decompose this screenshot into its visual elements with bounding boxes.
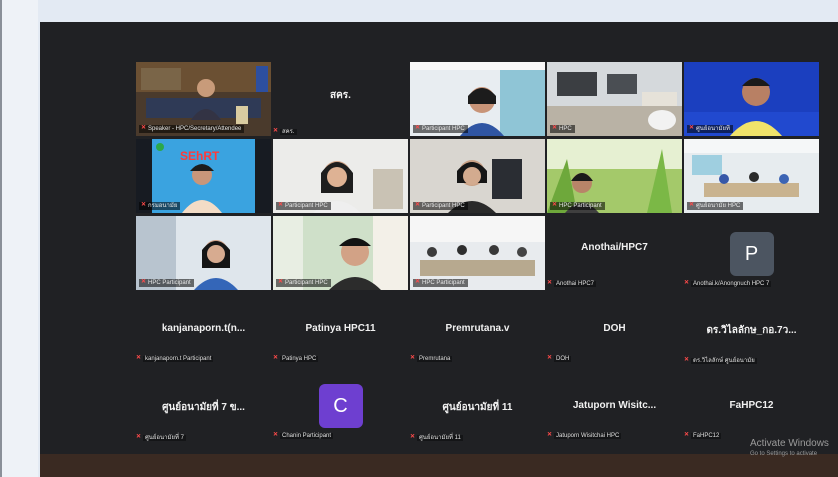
mic-muted-icon: ✕ xyxy=(689,125,695,132)
mic-muted-icon: ✕ xyxy=(273,355,279,361)
mic-muted-icon: ✕ xyxy=(547,355,553,361)
video-tile-speaker[interactable]: ✕ Speaker - HPC/Secretary/Attendee xyxy=(136,62,271,136)
participant-name-tag: ✕ Jatuporn Wisitchai HPC xyxy=(547,432,622,439)
mic-muted-icon: ✕ xyxy=(684,357,690,364)
participant-name-tag: ✕ กรมอนามัย xyxy=(139,202,181,210)
participant-tile-text[interactable]: Premrutana.v ✕ Premrutana xyxy=(410,293,545,367)
participant-tile-text[interactable]: ศูนย์อนามัยที่ 7 ข... ✕ ศูนย์อนามัยที่ 7 xyxy=(136,370,271,444)
participant-tile-text[interactable]: kanjanaporn.t(n... ✕ kanjanaporn.t Partic… xyxy=(136,293,271,367)
participant-name-tag: ✕ HPC Participant xyxy=(139,279,194,287)
mic-muted-icon: ✕ xyxy=(410,355,416,361)
participant-name-tag: ✕ HPC Participant xyxy=(550,202,605,210)
participant-tile-text[interactable]: Patinya HPC11 ✕ Patinya HPC xyxy=(273,293,408,367)
participant-display-name: ดร.วิไลลักษ_กอ.7ว... xyxy=(706,325,797,336)
video-tile[interactable]: ✕ HPC Participant xyxy=(410,216,545,290)
participant-display-name: Anothai/HPC7 xyxy=(581,242,648,253)
participant-name-tag: ✕ HPC xyxy=(550,125,575,133)
video-tile[interactable]: ✕ HPC xyxy=(547,62,682,136)
participant-display-name: DOH xyxy=(603,323,626,334)
participant-display-name: Patinya HPC11 xyxy=(305,323,376,334)
participant-display-name: ศูนย์อนามัยที่ 11 xyxy=(442,402,513,413)
mic-muted-icon: ✕ xyxy=(141,125,147,132)
mic-muted-icon: ✕ xyxy=(684,432,690,438)
participant-display-name: Premrutana.v xyxy=(445,323,510,334)
participant-tile-text[interactable]: DOH ✕ DOH xyxy=(547,293,682,367)
participant-name-tag: ✕ Patinya HPC xyxy=(273,355,319,362)
mic-muted-icon: ✕ xyxy=(136,434,142,441)
participant-tile-text[interactable]: Jatuporn Wisitc... ✕ Jatuporn Wisitchai H… xyxy=(547,370,682,444)
video-conference-gallery: ✕ Speaker - HPC/Secretary/Attendee สคร. ✕… xyxy=(40,22,838,477)
video-tile[interactable]: ✕ Participant HPC xyxy=(273,139,408,213)
mic-muted-icon: ✕ xyxy=(415,125,421,132)
participant-name-tag: ✕ HPC Participant xyxy=(413,279,468,287)
participant-display-name: สคร. xyxy=(330,90,351,101)
mic-muted-icon: ✕ xyxy=(278,202,284,209)
participant-name-tag: ✕ Anothai.k/Anongnuch HPC 7 xyxy=(684,280,772,287)
mic-muted-icon: ✕ xyxy=(273,432,279,438)
video-tile[interactable]: ✕ HPC Participant xyxy=(547,139,682,213)
participant-name-tag: ✕ Participant HPC xyxy=(413,202,468,210)
watermark-title: Activate Windows xyxy=(750,438,829,449)
mic-muted-icon: ✕ xyxy=(552,125,558,132)
participant-tile-text[interactable]: ศูนย์อนามัยที่ 11 ✕ ศูนย์อนามัยที่ 11 xyxy=(410,370,545,444)
participant-tile-text[interactable]: Anothai/HPC7 ✕ Anothai HPC7 xyxy=(547,216,682,290)
left-margin-strip xyxy=(2,0,38,477)
mic-muted-icon: ✕ xyxy=(415,202,421,209)
mic-muted-icon: ✕ xyxy=(547,432,553,438)
participant-display-name: ศูนย์อนามัยที่ 7 ข... xyxy=(162,402,245,413)
watermark-subtitle: Go to Settings to activate xyxy=(750,451,818,457)
participant-name-tag: ✕ Participant HPC xyxy=(276,202,331,210)
slide-text: SEhRT xyxy=(180,149,220,163)
video-tile[interactable]: ✕ Participant HPC xyxy=(273,216,408,290)
participant-tile-avatar[interactable]: C ✕ Chanin Participant xyxy=(273,370,408,444)
mic-muted-icon: ✕ xyxy=(415,279,421,286)
participant-avatar: P xyxy=(729,232,774,276)
mic-muted-icon: ✕ xyxy=(689,202,695,209)
participant-avatar: C xyxy=(318,384,363,428)
mic-muted-icon: ✕ xyxy=(552,202,558,209)
participant-name-tag: ✕ ศูนย์อนามัย HPC xyxy=(687,202,744,210)
video-tile[interactable]: ✕ HPC Participant xyxy=(136,216,271,290)
activation-watermark: Activate Windows Go to Settings to activ… xyxy=(750,438,829,458)
participant-name-tag: ✕ ศูนย์อนามัยที่ xyxy=(687,125,733,133)
video-tile[interactable]: ✕ Participant HPC xyxy=(410,139,545,213)
participant-tile-text[interactable]: ดร.วิไลลักษ_กอ.7ว... ✕ ดร.วิไลลักษ์ ศูนย์… xyxy=(684,293,819,367)
video-tile[interactable]: ✕ ศูนย์อนามัยที่ xyxy=(684,62,819,136)
participant-name-tag: ✕ Participant HPC xyxy=(276,279,331,287)
participant-display-name: Jatuporn Wisitc... xyxy=(572,400,657,411)
participant-name-tag: ✕ ดร.วิไลลักษ์ ศูนย์อนามัย xyxy=(684,357,757,364)
mic-muted-icon: ✕ xyxy=(684,280,690,286)
participant-name-tag: ✕ ศูนย์อนามัยที่ 11 xyxy=(410,434,463,441)
participant-name-tag: ✕ Participant HPC xyxy=(413,125,468,133)
meeting-bottom-bar xyxy=(40,454,838,477)
participant-name: Speaker - HPC/Secretary/Attendee xyxy=(148,126,242,132)
participant-name-tag: ✕ ศูนย์อนามัยที่ 7 xyxy=(136,434,186,441)
mic-muted-icon: ✕ xyxy=(141,279,147,286)
participant-name-tag: ✕ Anothai HPC7 xyxy=(547,280,597,287)
participant-name-tag: ✕ สคร. xyxy=(273,128,297,135)
participant-display-name: FaHPC12 xyxy=(729,400,774,411)
participant-name-tag: ✕ DOH xyxy=(547,355,572,362)
participant-name-tag: ✕ kanjanaporn.t Participant xyxy=(136,355,214,362)
video-tile[interactable]: SEhRT ✕ กรมอนามัย xyxy=(136,139,271,213)
mic-muted-icon: ✕ xyxy=(278,279,284,286)
mic-muted-icon: ✕ xyxy=(547,280,553,286)
participant-display-name: kanjanaporn.t(n... xyxy=(161,323,246,334)
participant-tile-avatar[interactable]: P ✕ Anothai.k/Anongnuch HPC 7 xyxy=(684,216,819,290)
participant-name-tag: ✕ Speaker - HPC/Secretary/Attendee xyxy=(139,125,245,133)
mic-muted-icon: ✕ xyxy=(273,128,279,135)
mic-muted-icon: ✕ xyxy=(410,434,416,441)
participant-name-tag: ✕ Premrutana xyxy=(410,355,453,362)
mic-muted-icon: ✕ xyxy=(141,202,147,209)
mic-muted-icon: ✕ xyxy=(136,355,142,361)
video-tile[interactable]: ✕ ศูนย์อนามัย HPC xyxy=(684,139,819,213)
participant-name-tag: ✕ Chanin Participant xyxy=(273,432,334,439)
video-tile[interactable]: ✕ Participant HPC xyxy=(410,62,545,136)
participant-tile-text[interactable]: สคร. ✕ สคร. xyxy=(273,62,408,136)
participant-tile-text[interactable]: FaHPC12 ✕ FaHPC12 xyxy=(684,370,819,444)
